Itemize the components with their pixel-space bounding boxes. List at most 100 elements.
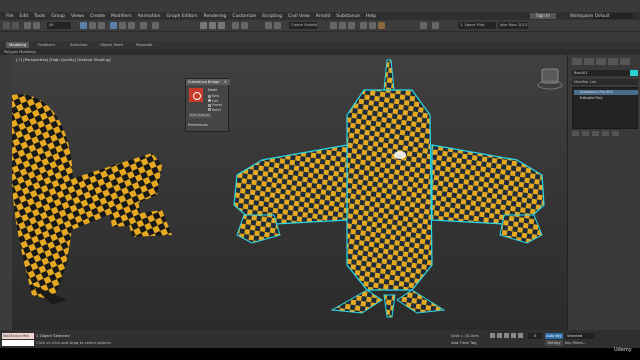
previous-frame-icon[interactable] xyxy=(497,333,502,338)
reference-coord-icon[interactable] xyxy=(140,22,147,29)
menu-item-edit[interactable]: Edit xyxy=(20,14,29,19)
menu-item-civil-view[interactable]: Civil View xyxy=(288,14,310,19)
render-setup-icon[interactable] xyxy=(360,22,367,29)
menu-item-file[interactable]: File xyxy=(6,14,14,19)
menu-item-graph-editors[interactable]: Graph Editors xyxy=(167,14,198,19)
stack-item[interactable]: Editable Poly xyxy=(574,96,638,101)
viewport-label[interactable]: [+] [Perspective] [High Quality] [Defaul… xyxy=(16,57,111,62)
ribbon-tabs-bar xyxy=(0,41,640,49)
project-path-dropdown[interactable]: Jake Ross 2023 xyxy=(498,22,528,29)
maxscript-input[interactable] xyxy=(2,340,34,346)
tab-freeform[interactable]: Freeform xyxy=(38,42,55,48)
go-to-start-icon[interactable] xyxy=(490,333,495,338)
main-spaceship-mesh[interactable] xyxy=(233,59,545,318)
play-icon[interactable] xyxy=(504,333,509,338)
mode-option-edit[interactable]: Edit xyxy=(208,99,218,103)
stack-item[interactable]: Substance Pro 003 xyxy=(574,90,638,95)
menu-item-animation[interactable]: Animation xyxy=(138,14,161,19)
maxscript-listener[interactable]: MAXScript Mini xyxy=(2,333,34,339)
left-spaceship-mesh[interactable] xyxy=(12,94,172,305)
selection-filter-dropdown[interactable]: All xyxy=(47,22,71,29)
modifier-list-dropdown[interactable]: Modifier List xyxy=(572,79,638,85)
menu-item-create[interactable]: Create xyxy=(90,14,105,19)
curve-editor-icon[interactable] xyxy=(330,22,337,29)
make-unique-icon[interactable] xyxy=(592,131,599,136)
named-selection-dropdown[interactable]: Create Selection Se xyxy=(289,22,317,29)
undo-icon[interactable] xyxy=(3,22,10,29)
tab-populate[interactable]: Populate xyxy=(136,42,153,48)
menu-item-scripting[interactable]: Scripting xyxy=(262,14,282,19)
menu-item-arnold[interactable]: Arnold xyxy=(316,14,331,19)
layer-explorer-icon[interactable] xyxy=(265,22,272,29)
menu-item-views[interactable]: Views xyxy=(71,14,84,19)
show-end-result-icon[interactable] xyxy=(582,131,589,136)
perspective-viewport[interactable]: [+] [Perspective] [High Quality] [Defaul… xyxy=(12,55,567,330)
key-set-dropdown[interactable]: Selected xyxy=(565,333,595,339)
substance-bridge-dialog[interactable]: Substance Bridge × Mode New Edit Preset … xyxy=(185,78,230,132)
remove-modifier-icon[interactable] xyxy=(602,131,609,136)
mode-option-label: Batch xyxy=(212,107,222,112)
sign-in-button[interactable]: Sign In xyxy=(530,13,556,19)
rotate-icon[interactable] xyxy=(119,22,126,29)
menu-item-tools[interactable]: Tools xyxy=(34,14,45,19)
pin-stack-icon[interactable] xyxy=(572,131,579,136)
arnold-icon[interactable] xyxy=(420,22,427,29)
angle-snap-icon[interactable] xyxy=(209,22,216,29)
current-frame-field[interactable]: 0 xyxy=(528,333,542,339)
pivot-icon[interactable] xyxy=(152,22,159,29)
snaps-toggle-icon[interactable] xyxy=(200,22,207,29)
workspaces-label: Workspaces: xyxy=(570,13,596,18)
configure-sets-icon[interactable] xyxy=(612,131,619,136)
select-by-name-icon[interactable] xyxy=(89,22,96,29)
menu-item-modifiers[interactable]: Modifiers xyxy=(111,14,132,19)
command-panel-tabs xyxy=(572,58,638,66)
render-production-icon[interactable] xyxy=(378,22,385,29)
select-object-icon[interactable] xyxy=(80,22,87,29)
unlink-icon[interactable] xyxy=(33,22,40,29)
set-key-button[interactable]: Set Key xyxy=(545,340,563,346)
percent-snap-icon[interactable] xyxy=(218,22,225,29)
create-tab-icon[interactable] xyxy=(572,58,582,65)
named-sets-dropdown[interactable]: 1. Space Pilot xyxy=(458,22,496,29)
auto-key-button[interactable]: Auto Key xyxy=(545,333,563,339)
schematic-view-icon[interactable] xyxy=(339,22,346,29)
scene-explorer-icon[interactable] xyxy=(274,22,281,29)
modify-tab-icon[interactable] xyxy=(584,58,594,65)
command-panel: Box001 Modifier List Substance Pro 003 E… xyxy=(567,55,640,330)
menu-item-substance[interactable]: Substance xyxy=(336,14,360,19)
mirror-icon[interactable] xyxy=(232,22,239,29)
add-time-tag[interactable]: Add Time Tag xyxy=(451,340,476,345)
workspace-dropdown[interactable]: Default xyxy=(593,13,633,19)
link-icon[interactable] xyxy=(24,22,31,29)
object-name-field[interactable]: Box001 xyxy=(572,70,638,76)
mode-option-preset[interactable]: Preset xyxy=(208,103,222,107)
tab-object-paint[interactable]: Object Paint xyxy=(100,42,123,48)
menu-item-group[interactable]: Group xyxy=(51,14,65,19)
align-icon[interactable] xyxy=(241,22,248,29)
mode-option-batch[interactable]: Batch xyxy=(208,108,221,112)
material-editor-icon[interactable] xyxy=(348,22,355,29)
render-frame-icon[interactable] xyxy=(369,22,376,29)
bridge-preferences-rollout[interactable]: Preferences xyxy=(188,123,208,127)
next-frame-icon[interactable] xyxy=(511,333,516,338)
key-filters-button[interactable]: Key Filters... xyxy=(565,340,595,346)
menu-item-rendering[interactable]: Rendering xyxy=(203,14,226,19)
menu-item-customize[interactable]: Customize xyxy=(232,14,256,19)
tab-selection[interactable]: Selection xyxy=(70,42,88,48)
substance-icon[interactable] xyxy=(432,22,439,29)
scale-icon[interactable] xyxy=(128,22,135,29)
viewcube-icon[interactable] xyxy=(537,68,563,90)
display-tab-icon[interactable] xyxy=(620,58,630,65)
redo-icon[interactable] xyxy=(12,22,19,29)
motion-tab-icon[interactable] xyxy=(608,58,618,65)
close-icon[interactable]: × xyxy=(224,79,227,85)
bridge-edit-button[interactable]: Edit (default) xyxy=(189,113,211,118)
menu-item-help[interactable]: Help xyxy=(366,14,376,19)
go-to-end-icon[interactable] xyxy=(518,333,523,338)
object-color-swatch[interactable] xyxy=(630,70,638,76)
move-icon[interactable] xyxy=(110,22,117,29)
mode-option-new[interactable]: New xyxy=(208,94,219,98)
hierarchy-tab-icon[interactable] xyxy=(596,58,606,65)
tab-modeling[interactable]: Modeling xyxy=(6,42,30,48)
rectangle-selection-icon[interactable] xyxy=(98,22,105,29)
